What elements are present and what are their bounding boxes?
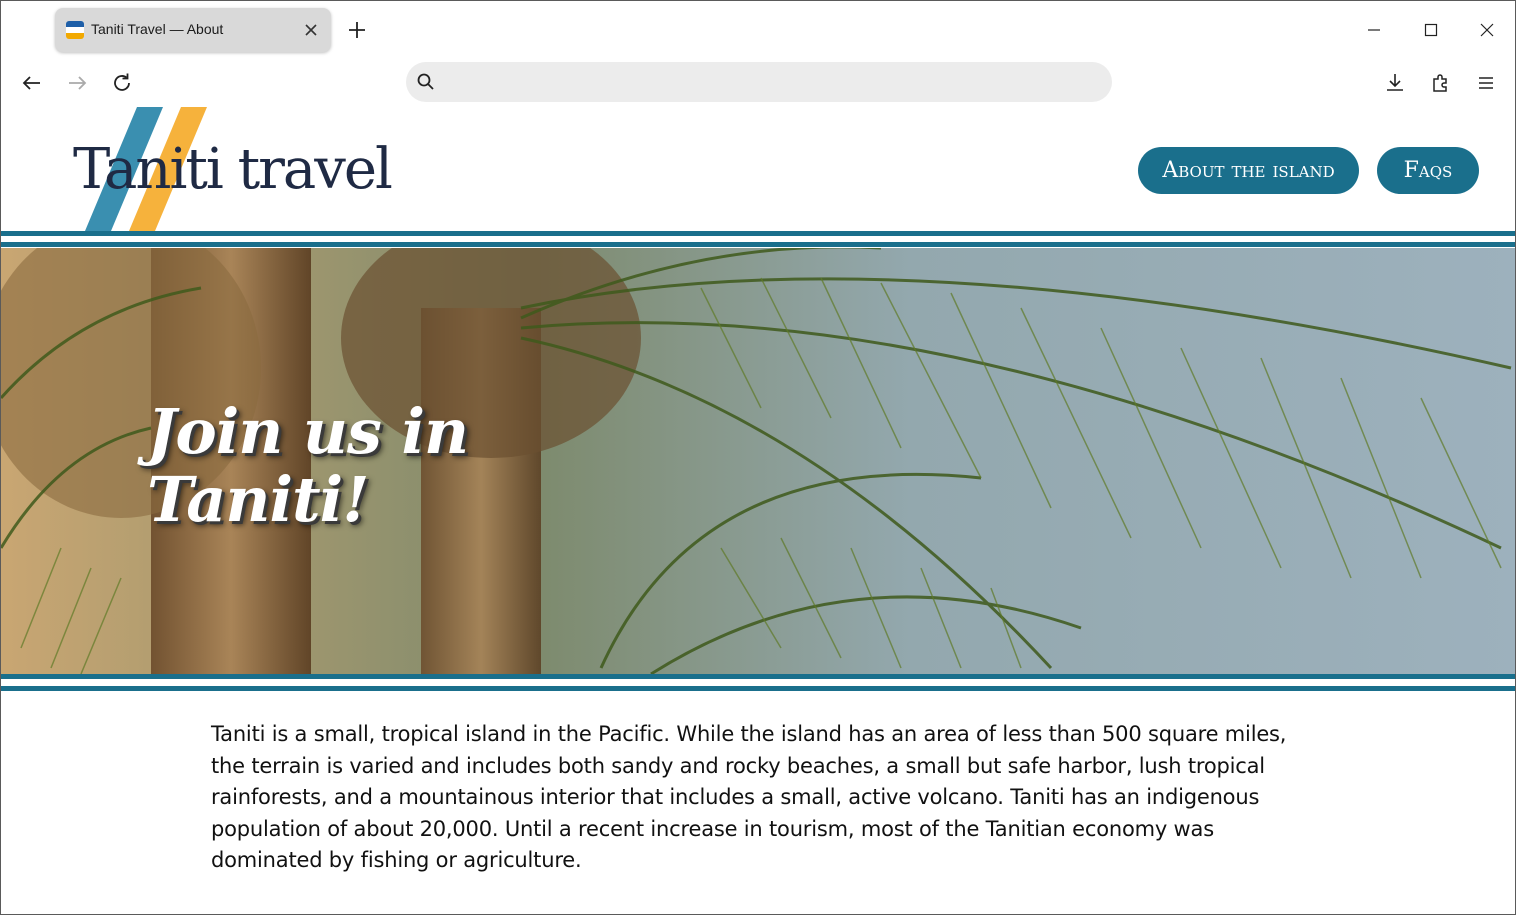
intro-paragraph: Taniti is a small, tropical island in th…	[211, 722, 1287, 873]
logo-text: Taniti travel	[73, 137, 393, 202]
site-logo[interactable]: Taniti travel	[73, 107, 393, 231]
minimize-icon[interactable]	[1359, 15, 1389, 45]
nav-faqs-button[interactable]: Faqs	[1377, 147, 1479, 194]
tab-favicon-icon	[66, 21, 84, 39]
extensions-icon[interactable]	[1427, 69, 1455, 97]
divider	[1, 686, 1515, 691]
forward-arrow-icon[interactable]	[63, 69, 91, 97]
browser-window: Taniti Travel — About Taniti travel Abou…	[0, 0, 1516, 915]
tab-title: Taniti Travel — About	[91, 21, 224, 37]
address-input[interactable]	[446, 68, 1086, 96]
title-bar: Taniti Travel — About	[1, 1, 1515, 59]
hero-banner: Join us in Taniti!	[1, 248, 1515, 674]
menu-icon[interactable]	[1472, 69, 1500, 97]
address-bar[interactable]	[406, 62, 1112, 102]
hero-title: Join us in Taniti!	[147, 395, 469, 536]
close-window-icon[interactable]	[1472, 15, 1502, 45]
divider	[1, 674, 1515, 679]
nav-about-button[interactable]: About the island	[1138, 147, 1359, 194]
close-icon[interactable]	[301, 20, 321, 40]
download-icon[interactable]	[1381, 69, 1409, 97]
back-arrow-icon[interactable]	[18, 69, 46, 97]
reload-icon[interactable]	[108, 69, 136, 97]
divider	[1, 242, 1515, 247]
plus-icon[interactable]	[345, 18, 369, 42]
search-icon	[417, 73, 434, 90]
maximize-icon[interactable]	[1416, 15, 1446, 45]
web-page: Taniti travel About the island Faqs Join…	[1, 107, 1515, 914]
browser-toolbar	[1, 59, 1515, 107]
divider	[1, 231, 1515, 236]
site-header: Taniti travel About the island Faqs	[1, 107, 1515, 231]
active-tab[interactable]: Taniti Travel — About	[55, 8, 331, 52]
